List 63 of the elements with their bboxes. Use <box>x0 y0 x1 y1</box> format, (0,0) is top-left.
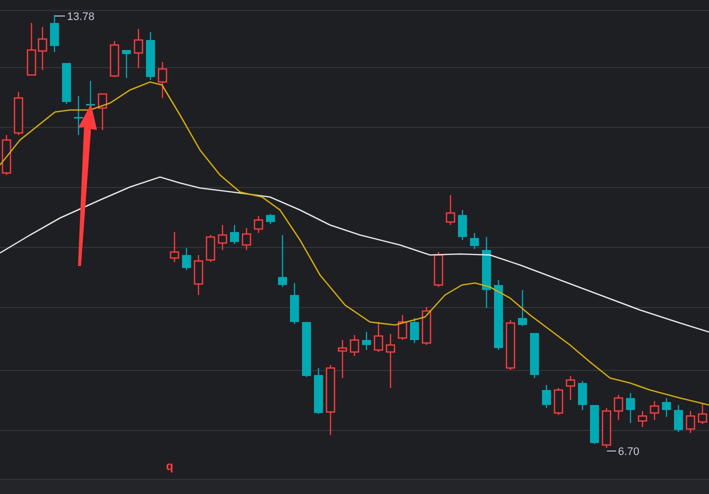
candlestick <box>614 395 624 420</box>
candlestick <box>686 411 696 433</box>
candlestick <box>326 365 336 435</box>
candlestick <box>446 195 456 225</box>
candlestick <box>314 368 323 414</box>
candlestick <box>194 255 204 295</box>
candlestick <box>494 280 503 350</box>
candlestick <box>266 214 275 224</box>
candlestick <box>350 335 360 356</box>
candlestick <box>182 248 191 270</box>
high-price-label: 13.78 <box>67 11 95 23</box>
candlestick <box>86 81 95 108</box>
candlestick <box>14 92 24 135</box>
candlestick <box>518 290 527 326</box>
candlestick <box>134 29 144 68</box>
candlestick <box>74 96 83 135</box>
candlestick <box>278 235 287 287</box>
candlestick <box>650 401 660 420</box>
candlestick <box>170 232 180 262</box>
candlestick <box>38 27 48 70</box>
candlestick <box>662 398 671 417</box>
candlestick <box>62 63 71 104</box>
candlestick <box>230 225 239 244</box>
low-price-label: 6.70 <box>618 446 640 458</box>
candlestick <box>254 216 264 233</box>
candlestick <box>530 333 539 378</box>
candlestick <box>566 376 576 400</box>
candlestick <box>590 405 599 444</box>
candlestick <box>98 93 108 130</box>
candlestick <box>626 393 635 423</box>
candlestick <box>50 15 59 52</box>
candlestick <box>422 307 432 345</box>
candlestick <box>410 318 419 343</box>
candlestick <box>434 252 444 287</box>
candlestick <box>674 405 683 432</box>
candlestick <box>578 381 587 410</box>
candlestick <box>638 411 648 427</box>
candlestick <box>602 408 612 448</box>
marker-text: q <box>166 459 174 473</box>
leader-line <box>606 450 616 452</box>
candlestick <box>554 388 564 415</box>
candlestick <box>218 225 228 250</box>
candlestick <box>26 23 36 76</box>
candlestick <box>122 50 131 78</box>
candlestick <box>2 135 12 175</box>
candlestick <box>506 320 516 370</box>
candlestick <box>386 334 396 388</box>
candlestick <box>242 228 252 250</box>
candlestick <box>302 322 311 377</box>
candlestick <box>398 315 408 340</box>
candlestick <box>482 237 491 308</box>
candlestick <box>338 340 348 378</box>
candlestick <box>158 62 168 98</box>
candlestick <box>290 283 299 324</box>
candlestick <box>458 210 467 240</box>
candlestick <box>362 332 371 350</box>
candlestick <box>698 404 708 424</box>
candlestick <box>470 233 479 249</box>
candlestick <box>206 235 216 262</box>
candlestick <box>374 322 384 352</box>
candlestick <box>146 32 155 80</box>
candlestick <box>110 41 120 77</box>
candlestick <box>542 385 551 408</box>
